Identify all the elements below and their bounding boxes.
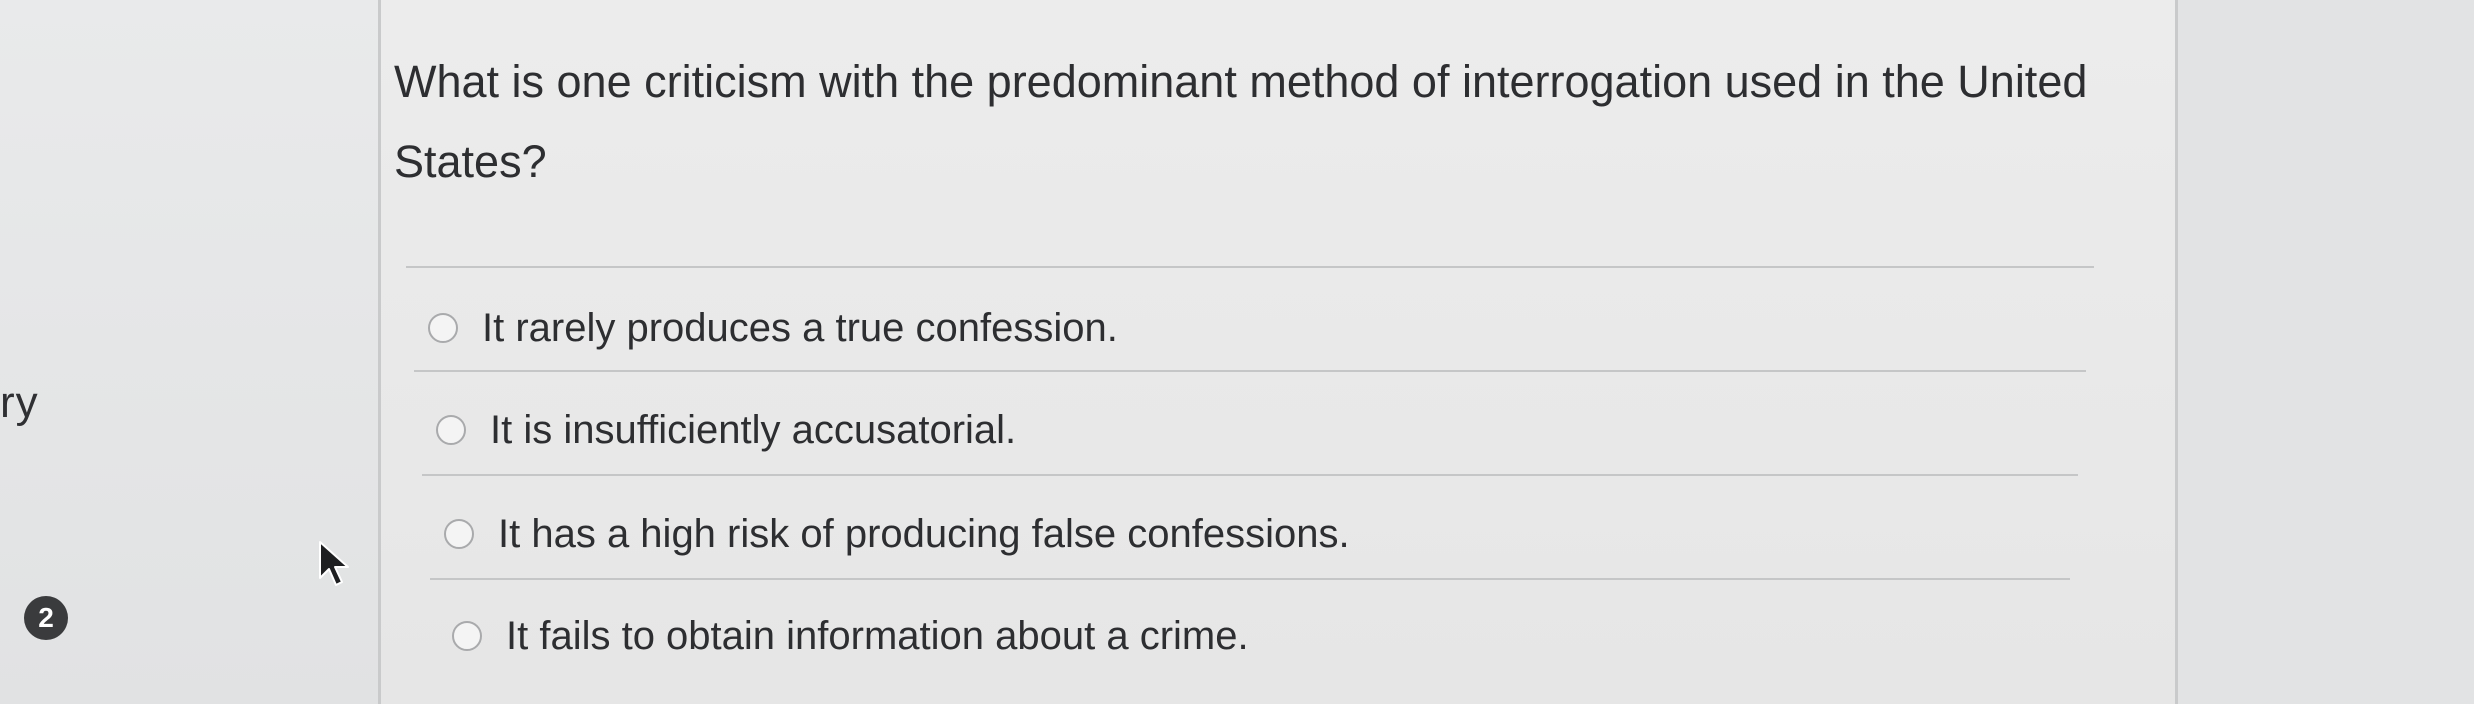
radio-button-icon[interactable] — [428, 313, 458, 343]
option-divider — [414, 370, 2086, 372]
radio-button-icon[interactable] — [452, 621, 482, 651]
answer-option-label: It has a high risk of producing false co… — [498, 511, 1350, 556]
answer-option-4[interactable]: It fails to obtain information about a c… — [452, 606, 1249, 666]
answer-option-1[interactable]: It rarely produces a true confession. — [428, 298, 1118, 358]
answer-option-2[interactable]: It is insufficiently accusatorial. — [436, 400, 1016, 460]
sidebar-label-fragment[interactable]: ry — [0, 378, 39, 428]
right-panel — [2178, 0, 2474, 704]
answer-option-3[interactable]: It has a high risk of producing false co… — [444, 504, 1350, 564]
question-text: What is one criticism with the predomina… — [394, 56, 2088, 187]
answer-option-label: It fails to obtain information about a c… — [506, 613, 1249, 658]
radio-button-icon[interactable] — [436, 415, 466, 445]
option-divider — [430, 578, 2070, 580]
option-divider — [422, 474, 2078, 476]
question-number-badge[interactable]: 2 — [24, 596, 68, 640]
answer-option-label: It is insufficiently accusatorial. — [490, 407, 1017, 452]
answer-option-label: It rarely produces a true confession. — [482, 305, 1118, 350]
radio-button-icon[interactable] — [444, 519, 474, 549]
question-divider — [406, 266, 2094, 268]
mouse-pointer-icon — [319, 541, 349, 586]
